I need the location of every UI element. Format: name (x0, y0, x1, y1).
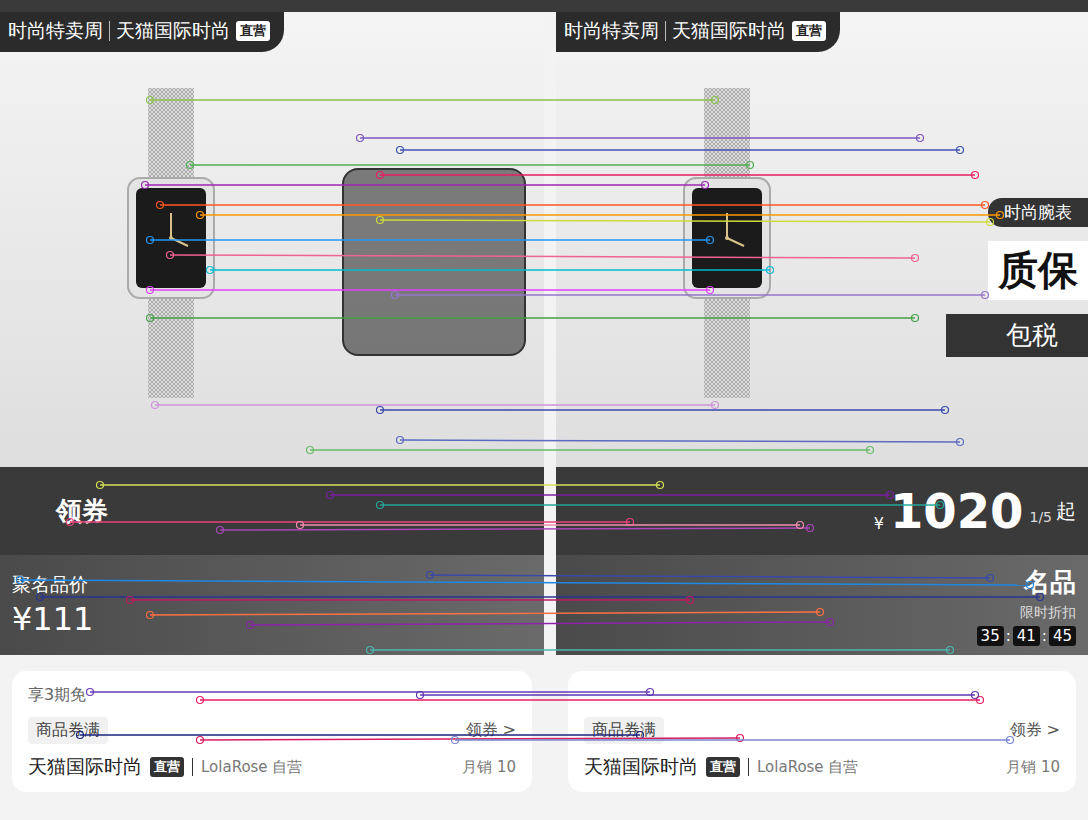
price-suffix: 起 (1056, 498, 1076, 525)
price: ¥111 (12, 600, 93, 638)
hero-label: 包税 (946, 314, 1088, 357)
match-line (377, 217, 994, 226)
store-name: 天猫国际时尚 (116, 18, 230, 44)
match-line (197, 697, 984, 704)
match-line (127, 597, 694, 604)
installment-text: 享3期免 (28, 685, 86, 706)
match-line (157, 202, 989, 209)
match-line (377, 502, 944, 509)
match-line (427, 572, 994, 582)
match-line (97, 482, 664, 489)
match-line (152, 402, 719, 409)
hero-labels: 时尚腕表质保包税 (946, 198, 1088, 357)
match-line (357, 135, 924, 142)
match-line (147, 237, 714, 244)
match-line (197, 212, 1004, 219)
store-name[interactable]: 天猫国际时尚 (584, 754, 698, 780)
match-line (307, 447, 874, 454)
countdown-digit: 45 (1049, 626, 1076, 646)
monthly-sales: 月销 10 (462, 758, 516, 777)
promo-header: 时尚特卖周天猫国际时尚直营 (556, 12, 840, 52)
match-line (297, 522, 804, 529)
brand-strip: 名品限时折扣 35:41:45 (556, 555, 1088, 655)
price-value: 1020 (890, 483, 1024, 539)
store-badge: 直营 (236, 21, 270, 41)
brand-label: 名品 (1024, 565, 1076, 600)
match-line (187, 162, 754, 169)
match-line (142, 182, 709, 189)
match-line (167, 252, 919, 262)
match-line (417, 692, 979, 699)
hero-label: 时尚腕表 (988, 198, 1088, 227)
overlay-card (342, 168, 526, 356)
top-edge (0, 0, 1088, 12)
match-line (17, 577, 1034, 589)
match-line (67, 519, 634, 526)
countdown: 35:41:45 (977, 626, 1076, 646)
monthly-sales: 月销 10 (1006, 758, 1060, 777)
match-line (147, 315, 919, 322)
match-line (207, 267, 774, 274)
match-lines (0, 0, 1088, 820)
hero-label: 质保 (988, 241, 1088, 300)
promo-title: 时尚特卖周 (564, 18, 659, 44)
watch-icon (682, 88, 772, 398)
match-line (37, 594, 1044, 601)
store-badge: 直营 (150, 757, 184, 777)
match-line (197, 735, 744, 744)
sale-label: 限时折扣 (1020, 604, 1076, 622)
price-currency: ¥ (874, 514, 884, 533)
coupon-action[interactable]: 领券 > (1010, 720, 1061, 741)
screenshot-panel: 时尚特卖周天猫国际时尚直营领券聚名品价¥111享3期免商品券满领券 >天猫国际时… (0, 12, 544, 792)
product-hero[interactable]: 时尚特卖周天猫国际时尚直营 (0, 12, 544, 467)
match-line (377, 407, 949, 414)
countdown-digit: 41 (1013, 626, 1040, 646)
coupon-chip: 商品券满 (584, 717, 664, 744)
price-label: 聚名品价 (12, 572, 93, 598)
match-line (147, 609, 824, 619)
price-bar: 领券 (0, 467, 544, 555)
promo-title: 时尚特卖周 (8, 18, 103, 44)
price-bar: ¥1020 1/5起 (556, 467, 1088, 555)
brand-strip: 聚名品价¥111 (0, 555, 544, 655)
store-name[interactable]: 天猫国际时尚 (28, 754, 142, 780)
coupon-action[interactable]: 领券 > (466, 720, 517, 741)
match-line (392, 292, 989, 299)
store-badge: 直营 (706, 757, 740, 777)
match-line (327, 492, 894, 499)
match-visualization: 时尚特卖周天猫国际时尚直营领券聚名品价¥111享3期免商品券满领券 >天猫国际时… (0, 0, 1088, 820)
seller-name: LolaRose 自营 (757, 758, 858, 777)
match-line (397, 147, 964, 154)
coupon-label[interactable]: 领券 (56, 494, 108, 529)
match-line (247, 619, 834, 629)
match-line (367, 647, 954, 654)
promo-header: 时尚特卖周天猫国际时尚直营 (0, 12, 284, 52)
store-name: 天猫国际时尚 (672, 18, 786, 44)
match-line (147, 287, 714, 294)
countdown-digit: 35 (977, 626, 1004, 646)
store-badge: 直营 (792, 21, 826, 41)
match-line (87, 689, 654, 696)
screenshot-panel: 时尚特卖周天猫国际时尚直营时尚腕表质保包税¥10201/5起名品限时折扣35:4… (544, 12, 1088, 792)
product-hero[interactable]: 时尚特卖周天猫国际时尚直营时尚腕表质保包税 (556, 12, 1088, 467)
coupon-chip: 商品券满 (28, 717, 108, 744)
match-line (397, 437, 964, 446)
image-pager: 1/5 (1029, 509, 1052, 525)
match-line (217, 525, 814, 534)
info-card: 商品券满 领券 > 天猫国际时尚直营 LolaRose 自营 月销 10 (568, 671, 1076, 792)
info-card: 享3期免商品券满 领券 > 天猫国际时尚直营 LolaRose 自营 月销 10 (12, 671, 532, 792)
match-line (452, 737, 1014, 744)
watch-icon (126, 88, 216, 398)
match-line (77, 732, 644, 739)
seller-name: LolaRose 自营 (201, 758, 302, 777)
match-line (377, 172, 979, 179)
match-line (147, 97, 719, 104)
